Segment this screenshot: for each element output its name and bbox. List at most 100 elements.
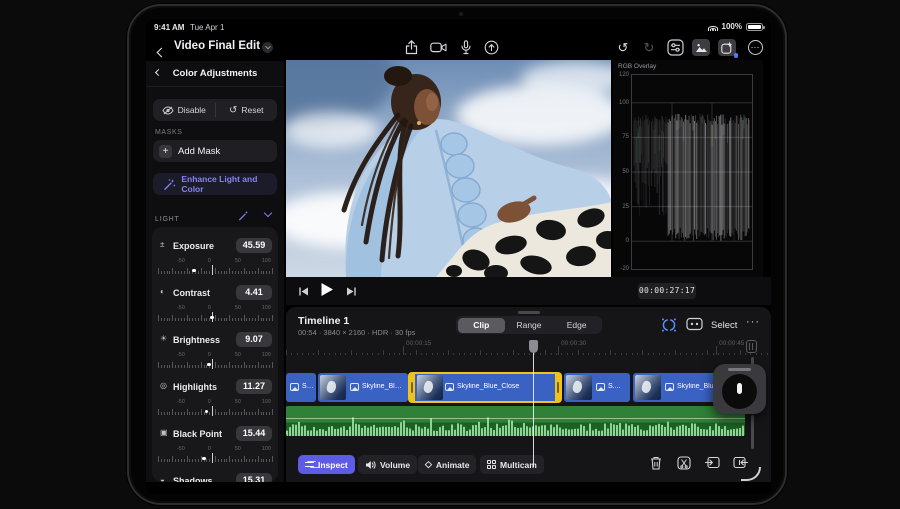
add-mask-button[interactable]: + Add Mask (153, 140, 277, 162)
mode-range[interactable]: Range (505, 318, 553, 333)
scope-title: RGB Overlay (618, 63, 656, 70)
jog-drag-handle[interactable] (728, 368, 751, 371)
camera-button[interactable] (429, 38, 447, 56)
tick (249, 459, 250, 463)
jog-wheel[interactable] (713, 364, 766, 414)
effects-button[interactable] (718, 38, 736, 56)
slider-value[interactable]: 4.41 (236, 285, 272, 300)
slider-thumb[interactable] (205, 410, 209, 414)
timeline-name: Timeline 1 (298, 315, 349, 327)
tick (238, 459, 239, 463)
ruler-tick (561, 353, 562, 356)
tick (241, 412, 242, 416)
microphone-button[interactable] (457, 38, 475, 56)
collapse-section-button[interactable] (264, 209, 272, 217)
slider-ruler[interactable]: -50050100 (158, 305, 272, 323)
back-button[interactable] (158, 43, 165, 61)
animate-tool-button[interactable]: ◇ Animate (418, 455, 476, 474)
scale-label: 0 (208, 399, 211, 405)
share-icon (405, 40, 418, 55)
tick (226, 271, 227, 275)
slider-value[interactable]: 15.44 (236, 426, 272, 441)
slider-ruler[interactable]: -50050100 (158, 258, 272, 276)
enhance-light-color-button[interactable]: Enhance Light and Color (153, 173, 277, 195)
timeline-clip[interactable]: Skyline_Blue_Wide (318, 373, 408, 402)
tick (224, 459, 225, 463)
slider-thumb[interactable] (207, 363, 211, 367)
slider-value[interactable]: 9.07 (236, 332, 272, 347)
light-auto-enhance-button[interactable] (238, 208, 249, 226)
overwrite-clip-button[interactable] (705, 456, 720, 474)
volume-tool-button[interactable]: Volume (358, 455, 417, 474)
tick (235, 318, 236, 322)
timeline-drag-handle[interactable] (518, 311, 540, 314)
scale-label: -50 (177, 305, 185, 311)
slider-thumb[interactable] (202, 457, 206, 461)
slider-value[interactable]: 11.27 (236, 379, 272, 394)
ruler-timecode: 00:00:45 (719, 340, 744, 347)
timeline-clip[interactable]: Skyline_Blue_Close (409, 373, 561, 402)
slider-thumb[interactable] (192, 269, 196, 273)
mode-edge[interactable]: Edge (553, 318, 601, 333)
tick (266, 271, 267, 275)
scope-axis-label: 100 (615, 100, 629, 106)
disable-button[interactable]: Disable (153, 99, 215, 121)
timeline-more-button[interactable]: ··· (746, 316, 760, 328)
snapping-button[interactable] (661, 317, 677, 333)
timeline-scrollbar[interactable] (751, 415, 754, 449)
slider-ruler[interactable]: -50050100 (158, 399, 272, 417)
redo-button[interactable]: ↻ (640, 38, 658, 56)
inspect-tool-button[interactable]: Inspect (298, 455, 355, 474)
more-button[interactable]: ⋯ (746, 38, 764, 56)
audio-track[interactable] (286, 406, 745, 436)
blade-cut-button[interactable] (677, 456, 691, 475)
trim-handle-left[interactable] (409, 373, 415, 402)
skip-forward-button[interactable] (346, 284, 357, 302)
ruler-tick (740, 350, 741, 355)
clip-appearance-button[interactable] (686, 317, 703, 331)
slider-ruler[interactable]: -50050100 (158, 352, 272, 370)
tick (175, 412, 176, 416)
slider-row: ▣Black Point15.44 (160, 426, 272, 442)
ruler-tick (702, 353, 703, 356)
reset-button[interactable]: ↺ Reset (216, 99, 278, 121)
skip-back-button[interactable] (298, 284, 309, 302)
ruler-tick (669, 353, 670, 356)
timeline-clip[interactable]: S.... (564, 373, 630, 402)
inspector-toggle-button[interactable] (666, 38, 684, 56)
clip-thumbnail (417, 375, 443, 400)
undo-button[interactable]: ↺ (614, 38, 632, 56)
slider-thumb[interactable] (210, 316, 214, 320)
viewer[interactable] (286, 60, 611, 277)
tick (263, 459, 264, 463)
tick (167, 365, 168, 369)
slider-value[interactable]: 45.59 (236, 238, 272, 253)
timeline-clip[interactable]: Sk.. (286, 373, 316, 402)
overwrite-icon (705, 456, 720, 469)
tick (249, 365, 250, 369)
audio-volume-line[interactable] (286, 418, 745, 419)
pointer-circle-button[interactable] (482, 38, 500, 56)
tick (232, 271, 233, 275)
media-browser-button[interactable] (692, 38, 710, 56)
ruler-tick (464, 353, 465, 356)
black-point-icon: ▣ (160, 428, 168, 437)
slider-value[interactable]: 15.31 (236, 473, 272, 482)
project-menu-button[interactable] (262, 42, 273, 53)
contrast-icon: ◐ (160, 287, 165, 296)
ruler-tick (399, 353, 400, 356)
blade-icon (677, 456, 691, 470)
status-bar: 9:41 AM Tue Apr 1 100% (146, 19, 771, 33)
slider-ruler[interactable]: -50050100 (158, 446, 272, 464)
trim-handle-right[interactable] (555, 373, 561, 402)
mode-clip[interactable]: Clip (458, 318, 506, 333)
select-button[interactable]: Select (711, 320, 737, 331)
play-button[interactable] (320, 282, 334, 302)
slider-zero-line (212, 406, 213, 416)
tick (172, 315, 173, 321)
share-button[interactable] (402, 38, 420, 56)
timeline-zoom-control[interactable] (746, 340, 757, 353)
delete-clip-button[interactable] (650, 456, 662, 475)
playhead-handle[interactable] (529, 340, 538, 353)
tick (167, 318, 168, 322)
